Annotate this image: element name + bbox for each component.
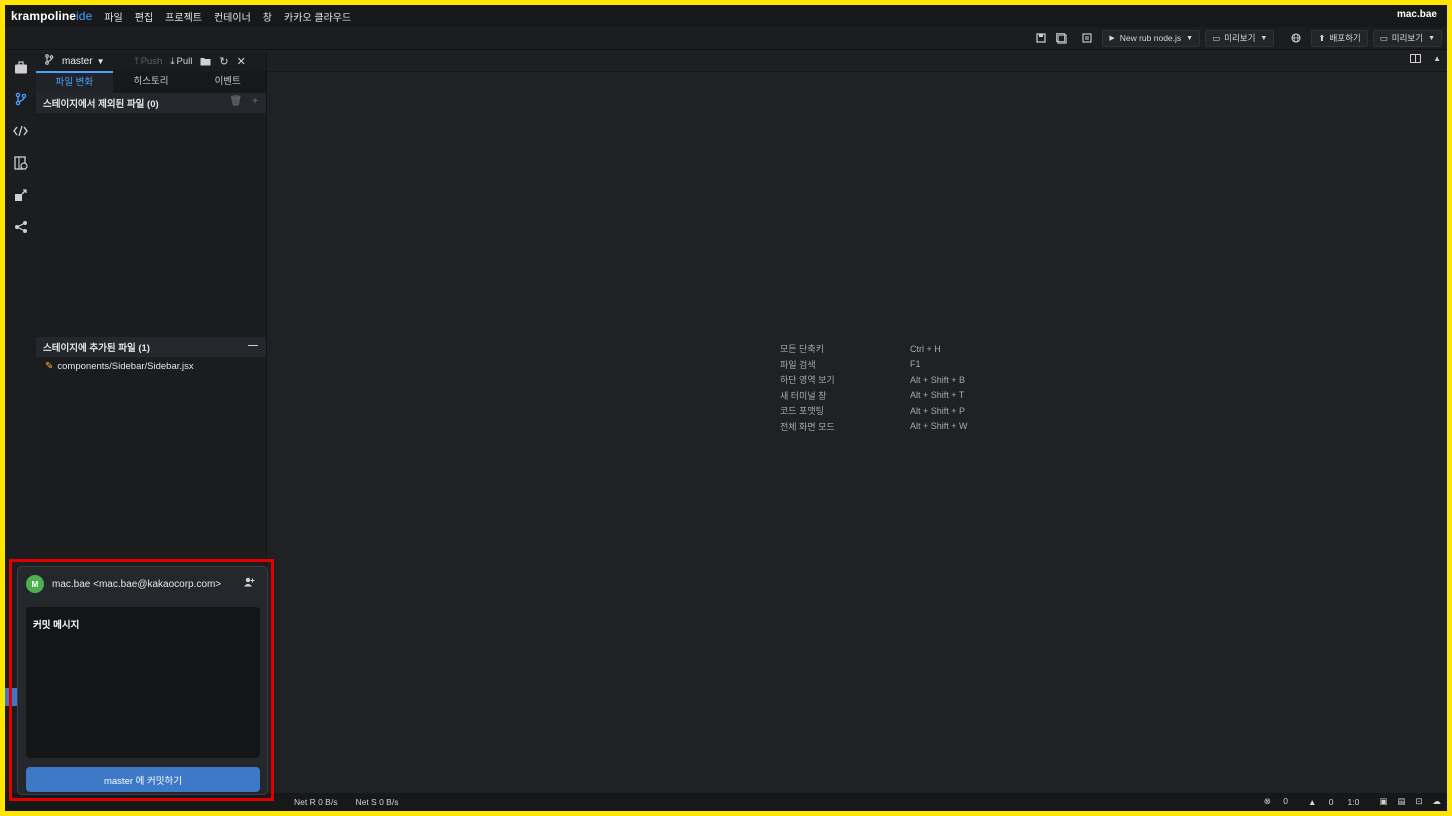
- close-icon[interactable]: ✕: [237, 55, 246, 68]
- staged-title: 스테이지에 추가된 파일 (1): [43, 343, 150, 354]
- chevron-down-icon: ▼: [1186, 34, 1194, 42]
- editor-tab-bar: ▲: [267, 51, 1447, 72]
- container-deploy-icon[interactable]: [5, 179, 36, 211]
- shortcut-row: 모든 단축키 Ctrl + H: [780, 343, 941, 355]
- menu-project[interactable]: 프로젝트: [165, 9, 202, 24]
- layout-icon[interactable]: ▣: [1379, 796, 1387, 807]
- deploy-icon: ⬆: [1318, 32, 1326, 43]
- pull-button[interactable]: ⤓ Pull: [170, 56, 192, 67]
- folder-settings-icon[interactable]: [200, 57, 211, 66]
- preview-icon: ▭: [1379, 32, 1388, 43]
- globe-icon[interactable]: [1288, 30, 1304, 46]
- pencil-icon: ✎: [45, 360, 54, 372]
- preview-icon: ▭: [1212, 32, 1221, 43]
- git-branch-icon[interactable]: [5, 83, 36, 115]
- trash-icon[interactable]: 🗑: [229, 96, 242, 107]
- git-panel-header: master ▼ ⤒ Push ⤓ Pull ↻ ✕: [36, 51, 266, 71]
- shortcut-row: 전체 화면 모드 Alt + Shift + W: [780, 421, 968, 432]
- unstaged-section-header[interactable]: 스테이지에서 제외된 파일 (0) 🗑 +: [36, 93, 266, 113]
- branch-name: master: [62, 55, 93, 67]
- menu-kakao-cloud[interactable]: 카카오 클라우드: [284, 9, 351, 24]
- project-briefcase-icon[interactable]: [5, 51, 36, 83]
- extensions-icon[interactable]: [5, 147, 36, 179]
- refresh-icon[interactable]: ↻: [219, 55, 228, 68]
- shortcut-row: 코드 포맷팅 Alt + Shift + P: [780, 405, 966, 417]
- shortcut-hints: 모든 단축키 Ctrl + H 파일 검색 F1 하단 영역 보기 Alt + Shi…: [780, 341, 968, 434]
- chevron-up-icon[interactable]: ▲: [1433, 54, 1441, 66]
- error-count[interactable]: ⊗ 0: [1254, 796, 1288, 807]
- menu-window[interactable]: 창: [263, 9, 272, 24]
- chevron-down-icon: ▼: [1428, 34, 1435, 42]
- staged-file-row[interactable]: ✎ components/Sidebar/Sidebar.jsx: [36, 357, 266, 375]
- push-button[interactable]: ⤒ Push: [134, 56, 162, 67]
- minus-icon[interactable]: —: [248, 340, 258, 351]
- git-tabs: 파일 변화 히스토리 이벤트: [36, 71, 266, 93]
- push-icon: ⤒: [134, 55, 139, 67]
- git-branch-icon: [44, 54, 54, 68]
- cursor-position[interactable]: 1:0: [1347, 797, 1359, 807]
- tab-history[interactable]: 히스토리: [113, 71, 190, 93]
- menu-edit[interactable]: 편집: [135, 9, 153, 24]
- cloud-icon[interactable]: ☁: [1433, 796, 1442, 807]
- net-receive-status: Net R 0 B/s: [294, 797, 338, 807]
- split-editor-icon[interactable]: [1410, 54, 1422, 66]
- warning-icon: ▲: [1307, 796, 1317, 807]
- tab-events[interactable]: 이벤트: [189, 71, 266, 93]
- chevron-down-icon: ▼: [96, 56, 105, 66]
- toolbar: ▶ New rub node.js ▼ ▭ 미리보기 ▼ ⬆ 배포하기 ▭ 미리보기 ▼: [5, 27, 1447, 50]
- staged-section-header[interactable]: 스테이지에 추가된 파일 (1) —: [36, 337, 266, 357]
- shortcut-row: 파일 검색 F1: [780, 359, 921, 370]
- branch-selector[interactable]: master ▼: [44, 54, 104, 68]
- share-icon[interactable]: [5, 211, 36, 243]
- app-logo[interactable]: krampolineide: [5, 9, 92, 23]
- plus-icon[interactable]: +: [252, 96, 258, 107]
- save-icon[interactable]: [1033, 30, 1049, 46]
- play-icon: ▶: [1109, 35, 1115, 42]
- deploy-button[interactable]: ⬆ 배포하기: [1311, 29, 1368, 47]
- terminal-icon[interactable]: ⊡: [1415, 796, 1422, 807]
- code-icon[interactable]: [5, 115, 36, 147]
- chat-icon[interactable]: ▤: [1397, 796, 1405, 807]
- save-all-icon[interactable]: [1053, 30, 1069, 46]
- tab-file-changes[interactable]: 파일 변화: [36, 71, 113, 93]
- menu-container[interactable]: 컨테이너: [214, 9, 251, 24]
- preview-button-2[interactable]: ▭ 미리보기 ▼: [1372, 29, 1442, 47]
- unstaged-title: 스테이지에서 제외된 파일 (0): [43, 99, 159, 110]
- menubar: krampolineide 파일 편집 프로젝트 컨테이너 창 카카오 클라우드…: [5, 5, 1447, 27]
- run-config-icon[interactable]: [1079, 30, 1095, 46]
- highlight-box: [9, 559, 274, 801]
- menu-file[interactable]: 파일: [104, 9, 122, 24]
- warning-count[interactable]: ▲ 0: [1298, 797, 1334, 807]
- net-send-status: Net S 0 B/s: [355, 797, 399, 807]
- user-menu[interactable]: mac.bae: [1397, 9, 1437, 20]
- unstaged-file-list: [36, 113, 266, 337]
- shortcut-row: 하단 영역 보기 Alt + Shift + B: [780, 374, 966, 386]
- chevron-down-icon: ▼: [1260, 34, 1268, 42]
- preview-button-1[interactable]: ▭ 미리보기 ▼: [1205, 29, 1275, 47]
- shortcut-row: 새 터미널 창 Alt + Shift + T: [780, 390, 965, 401]
- staged-file-path: components/Sidebar/Sidebar.jsx: [57, 360, 194, 372]
- run-button[interactable]: ▶ New rub node.js ▼: [1102, 29, 1201, 47]
- pull-icon: ⤓: [170, 55, 175, 67]
- error-icon: ⊗: [1263, 796, 1271, 806]
